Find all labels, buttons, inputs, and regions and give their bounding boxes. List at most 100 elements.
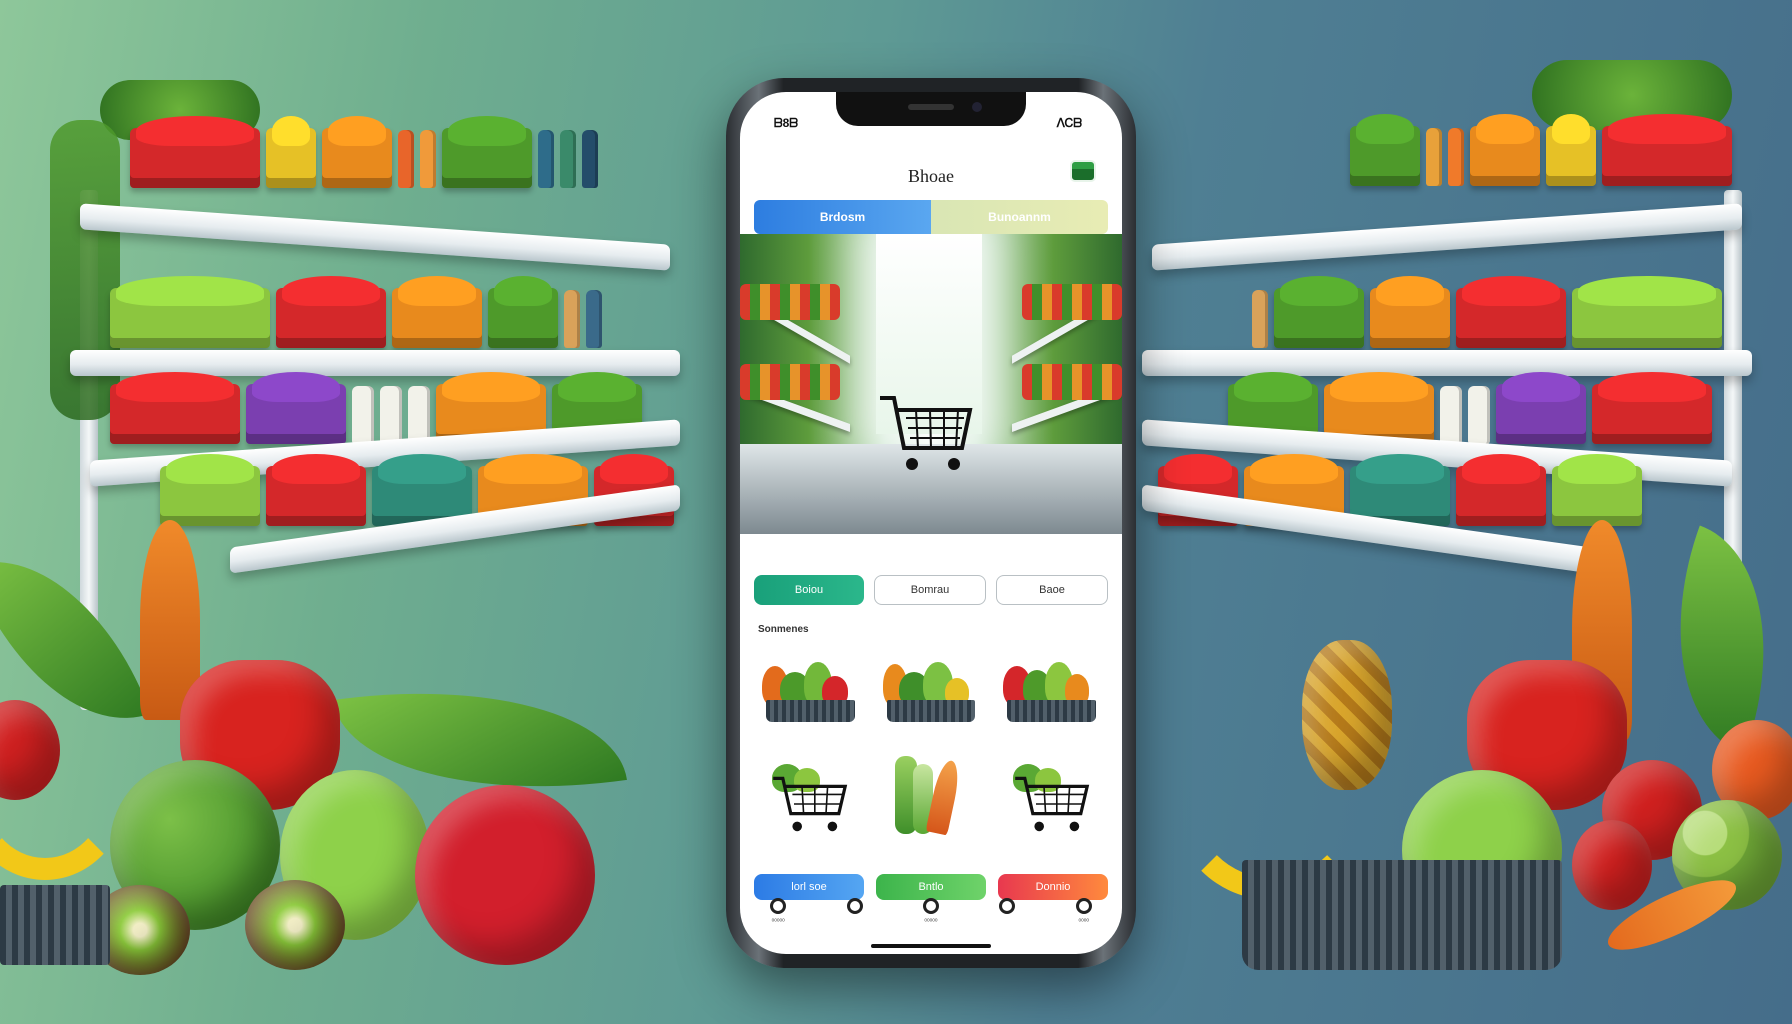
- section-label: Sonmenes: [758, 624, 809, 635]
- search-icon: [846, 898, 863, 914]
- bottle: [1252, 290, 1268, 348]
- orange-crate: [392, 288, 482, 348]
- tab-search[interactable]: [846, 898, 863, 918]
- chip-boiou[interactable]: Boiou: [754, 575, 864, 605]
- aisle-produce: [740, 364, 840, 400]
- phone-notch: [836, 92, 1026, 126]
- juice-bottle: [398, 130, 414, 188]
- bottle: [1426, 128, 1442, 186]
- red-apple: [415, 785, 595, 965]
- carrot-crate: [1470, 126, 1540, 186]
- tomato-crate: [266, 466, 366, 526]
- apple-crate: [110, 384, 240, 444]
- chip-bomrau[interactable]: Bomrau: [874, 575, 986, 605]
- tab-home[interactable]: ᵒᵒᵒᵒᵒ: [770, 898, 787, 925]
- product-grid: [754, 640, 1108, 840]
- basket: [0, 885, 110, 965]
- milk-bottle: [1440, 386, 1462, 444]
- bottom-tab-bar: ᵒᵒᵒᵒᵒ ᵒᵒᵒᵒᵒ ᵒᵒᵒᵒ: [740, 898, 1122, 938]
- lettuce-crate: [1572, 288, 1722, 348]
- pepper-crate: [266, 128, 316, 188]
- shopping-cart-icon: [773, 776, 848, 832]
- tab-brdosm[interactable]: Brdosm: [754, 200, 931, 234]
- basket-icon: [1007, 700, 1096, 722]
- shelf-board: [80, 203, 670, 271]
- pepper-crate: [1456, 288, 1566, 348]
- pepper-crate: [276, 288, 386, 348]
- right-grocery-shelf: [1112, 60, 1752, 720]
- card-icon[interactable]: [1070, 160, 1096, 182]
- lettuce-crate: [160, 466, 260, 526]
- hero-banner[interactable]: [740, 234, 1122, 534]
- herbs-crate: [1350, 126, 1420, 186]
- lettuce-crate: [110, 288, 270, 348]
- status-indicators: ᐱᏟᗷ: [1056, 116, 1082, 130]
- apple-crate: [1592, 384, 1712, 444]
- cart-icon: [999, 898, 1016, 914]
- speaker: [908, 104, 954, 110]
- aisle-produce: [1022, 364, 1122, 400]
- product-cart-greens[interactable]: [995, 750, 1108, 840]
- product-vegetable-basket[interactable]: [995, 640, 1108, 730]
- tab-label: ᵒᵒᵒᵒ: [1078, 918, 1090, 925]
- home-indicator[interactable]: [871, 944, 991, 948]
- shelf-row-2: [110, 278, 670, 348]
- tab-bunoannm[interactable]: Bunoannm: [931, 200, 1108, 234]
- aisle-produce: [1022, 284, 1122, 320]
- shelf-row-2: [1162, 278, 1722, 348]
- product-vegetable-bundle[interactable]: [875, 750, 988, 840]
- tab-label: ᵒᵒᵒᵒᵒ: [771, 918, 785, 925]
- product-vegetable-basket[interactable]: [754, 640, 867, 730]
- action-buttons: lorl soe Bntlo Donnio: [754, 874, 1108, 900]
- milk-bottle: [1468, 386, 1490, 444]
- smartphone: ᗷ8ᗷ ᐱᏟᗷ Bhoae Brdosm Bunoannm Boiou Bomr…: [726, 78, 1136, 968]
- action-button-green[interactable]: Bntlo: [876, 874, 986, 900]
- basket-icon: [766, 700, 855, 722]
- bottle: [1448, 128, 1464, 186]
- shelf-row-1: [130, 118, 690, 188]
- profile-icon: [1075, 898, 1092, 914]
- segmented-control: Brdosm Bunoannm: [754, 200, 1108, 234]
- pepper-crate: [1546, 126, 1596, 186]
- background-scene: ᗷ8ᗷ ᐱᏟᗷ Bhoae Brdosm Bunoannm Boiou Bomr…: [0, 0, 1792, 1024]
- tab-category[interactable]: ᵒᵒᵒᵒᵒ: [922, 898, 939, 925]
- bottle: [564, 290, 580, 348]
- milk-bottle: [408, 386, 430, 444]
- greens-crate: [442, 128, 532, 188]
- category-icon: [922, 898, 939, 914]
- action-button-red[interactable]: Donnio: [998, 874, 1108, 900]
- bottle: [582, 130, 598, 188]
- bottle: [560, 130, 576, 188]
- herbs-crate: [488, 288, 558, 348]
- bottle: [586, 290, 602, 348]
- filter-chips: Boiou Bomrau Baoe: [754, 575, 1108, 605]
- camera-icon: [972, 102, 982, 112]
- chip-baoe[interactable]: Baoe: [996, 575, 1108, 605]
- produce: [894, 754, 968, 836]
- tab-profile[interactable]: ᵒᵒᵒᵒ: [1075, 898, 1092, 925]
- orange-crate: [1370, 288, 1450, 348]
- milk-bottle: [380, 386, 402, 444]
- shelf-row-1: [1172, 116, 1732, 186]
- product-vegetable-basket[interactable]: [875, 640, 988, 730]
- tab-cart[interactable]: [999, 898, 1016, 918]
- herbs-crate: [1274, 288, 1364, 348]
- app-screen: ᗷ8ᗷ ᐱᏟᗷ Bhoae Brdosm Bunoannm Boiou Bomr…: [740, 92, 1122, 954]
- tomato-crate: [1602, 126, 1732, 186]
- carrot-crate: [322, 128, 392, 188]
- shopping-cart-icon: [1014, 776, 1089, 832]
- shelf-board: [1152, 203, 1742, 271]
- aisle-produce: [740, 284, 840, 320]
- eggplant-crate: [1496, 384, 1586, 444]
- shopping-cart-icon: [880, 396, 973, 470]
- milk-bottle: [352, 386, 374, 444]
- product-cart-greens[interactable]: [754, 750, 867, 840]
- action-button-blue[interactable]: lorl soe: [754, 874, 864, 900]
- home-icon: [770, 898, 787, 914]
- juice-bottle: [420, 130, 436, 188]
- lettuce-crate: [1552, 466, 1642, 526]
- status-time: ᗷ8ᗷ: [774, 116, 799, 130]
- basket-icon: [886, 700, 976, 722]
- tab-label: ᵒᵒᵒᵒᵒ: [924, 918, 938, 925]
- tomato-crate: [1456, 466, 1546, 526]
